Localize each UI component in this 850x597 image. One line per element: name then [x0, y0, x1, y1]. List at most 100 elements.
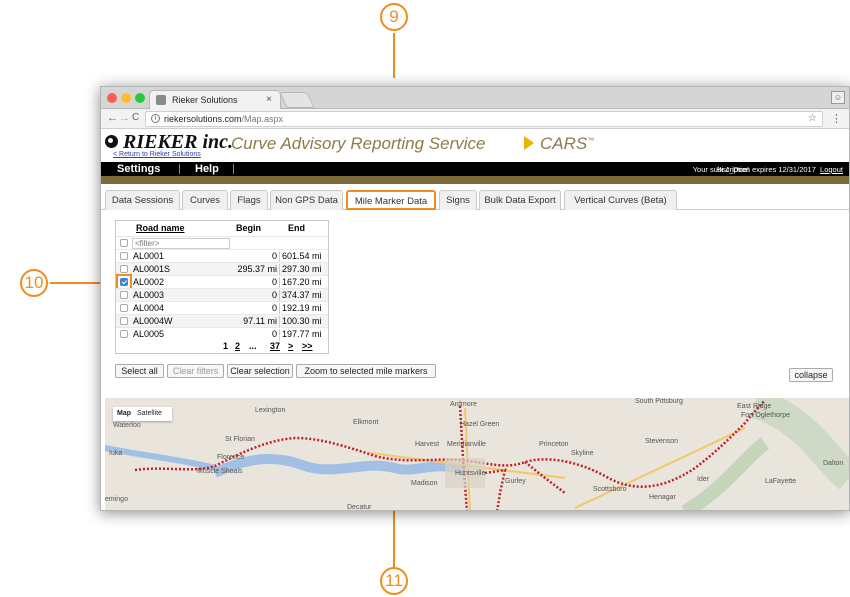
zoom-to-selected-button[interactable]: Zoom to selected mile markers — [296, 364, 436, 378]
table-row[interactable]: AL0003 0 374.37 mi — [116, 288, 328, 302]
forward-icon[interactable]: → — [119, 112, 130, 124]
end-cell: 374.37 mi — [282, 290, 322, 300]
callout-9-line — [393, 33, 395, 78]
clear-filters-button[interactable]: Clear filters — [167, 364, 224, 378]
road-name-cell: AL0004 — [133, 303, 165, 313]
table-row[interactable]: AL0001S 295.37 mi 297.30 mi — [116, 262, 328, 276]
map-label: South Pittsburg — [635, 398, 683, 405]
top-nav-bar: Settings Help Hi J_Doe! Your subscriptio… — [101, 162, 849, 176]
page-next[interactable]: > — [288, 341, 293, 351]
row-checkbox[interactable] — [120, 291, 128, 299]
column-begin: Begin — [236, 223, 262, 233]
end-cell: 197.77 mi — [282, 329, 322, 339]
tab-bulk-data-export[interactable]: Bulk Data Export — [479, 190, 561, 210]
cars-product-name: CARS™ — [540, 134, 595, 153]
page-1[interactable]: 1 — [223, 341, 228, 351]
row-checkbox[interactable] — [120, 304, 128, 312]
callout-11: 11 — [380, 567, 408, 595]
browser-menu-icon[interactable]: ⋮ — [831, 112, 842, 125]
map-label: Decatur — [347, 504, 372, 511]
tab-close-icon[interactable]: × — [266, 94, 272, 105]
page-ellipsis: ... — [249, 341, 257, 351]
tab-flags[interactable]: Flags — [230, 190, 268, 210]
settings-button[interactable]: Settings — [117, 162, 160, 176]
browser-tab[interactable]: Rieker Solutions × — [149, 90, 281, 109]
clear-selection-button[interactable]: Clear selection — [227, 364, 293, 378]
end-cell: 100.30 mi — [282, 316, 322, 326]
tab-mile-marker-data[interactable]: Mile Marker Data — [346, 190, 436, 210]
map-label: Hazel Green — [460, 421, 500, 428]
url-input[interactable]: i riekersolutions.com/Map.aspx ☆ — [145, 111, 823, 127]
row-checkbox[interactable] — [120, 330, 128, 338]
map-label: Meridianville — [447, 441, 486, 448]
select-all-checkbox[interactable] — [120, 239, 128, 247]
map-label: Henagar — [649, 494, 676, 501]
tab-vertical-curves-beta[interactable]: Vertical Curves (Beta) — [564, 190, 677, 210]
page-last[interactable]: 37 — [270, 341, 280, 351]
map-label: emingo — [105, 496, 128, 503]
road-table: Road name Begin End AL0001 0 601.54 mi A… — [115, 220, 329, 354]
callout-10: 10 — [20, 269, 48, 297]
map-label: Ider — [697, 476, 710, 483]
minimize-window-button[interactable] — [121, 93, 131, 103]
bookmark-star-icon[interactable]: ☆ — [808, 113, 817, 124]
site-header: RIEKER inc. Curve Advisory Reporting Ser… — [101, 129, 849, 162]
tab-non-gps-data[interactable]: Non GPS Data — [270, 190, 343, 210]
road-name-cell: AL0005 — [133, 329, 165, 339]
road-name-cell: AL0002 — [133, 277, 165, 287]
page-2[interactable]: 2 — [235, 341, 240, 351]
map-label: Florence — [217, 454, 245, 461]
browser-tab-title: Rieker Solutions — [172, 95, 238, 105]
road-filter-input[interactable] — [132, 238, 230, 249]
table-row[interactable]: AL0004 0 192.19 mi — [116, 301, 328, 315]
page-end[interactable]: >> — [302, 341, 313, 351]
select-all-button[interactable]: Select all — [115, 364, 164, 378]
road-name-cell: AL0003 — [133, 290, 165, 300]
map-type-control[interactable]: Map Satellite — [113, 407, 172, 421]
profile-icon[interactable]: ☺ — [831, 91, 845, 104]
tab-data-sessions[interactable]: Data Sessions — [105, 190, 180, 210]
table-row[interactable]: AL0005 0 197.77 mi — [116, 327, 328, 341]
map-label: Muscle Shoals — [197, 468, 243, 475]
help-button[interactable]: Help — [195, 162, 219, 176]
map-label: Harvest — [415, 441, 440, 448]
return-to-rieker-link[interactable]: < Return to Rieker Solutions — [113, 151, 201, 158]
browser-window: Rieker Solutions × ☺ ← → C i riekersolut… — [100, 86, 850, 511]
map-label: Madison — [411, 480, 438, 487]
row-checkbox[interactable] — [120, 265, 128, 273]
table-row[interactable]: AL0001 0 601.54 mi — [116, 249, 328, 263]
map-label: St Florian — [225, 436, 255, 443]
map-type-map[interactable]: Map — [117, 410, 131, 417]
tab-signs[interactable]: Signs — [439, 190, 477, 210]
header-accent-strip — [101, 176, 849, 184]
map-label: Skyline — [571, 450, 594, 457]
close-window-button[interactable] — [107, 93, 117, 103]
table-row[interactable]: AL0004W 97.11 mi 100.30 mi — [116, 314, 328, 328]
logo-tagline: Curve Advisory Reporting Service — [231, 134, 486, 153]
map-label: Waterloo — [113, 422, 141, 429]
tab-curves[interactable]: Curves — [182, 190, 228, 210]
map-type-satellite[interactable]: Satellite — [137, 410, 162, 417]
end-cell: 192.19 mi — [282, 303, 322, 313]
map-label: Fort Oglethorpe — [741, 412, 791, 419]
collapse-button[interactable]: collapse — [789, 368, 833, 382]
info-icon[interactable]: i — [151, 114, 160, 123]
map-label: Iuka — [109, 450, 123, 457]
end-cell: 167.20 mi — [282, 277, 322, 287]
back-icon[interactable]: ← — [107, 112, 118, 124]
pagination: 1 2 ... 37 > >> — [116, 340, 328, 353]
new-tab-button[interactable] — [279, 92, 315, 108]
reload-icon[interactable]: C — [132, 112, 139, 123]
logout-link[interactable]: Logout — [820, 165, 843, 174]
row-checkbox[interactable] — [120, 317, 128, 325]
map-label: Stevenson — [645, 438, 679, 445]
map-label: Ardmore — [450, 401, 477, 408]
column-road-name[interactable]: Road name — [136, 223, 185, 233]
table-row[interactable]: AL0002 0 167.20 mi — [116, 274, 328, 290]
map-view[interactable]: Map Satellite Waterloo Lexington Ardmore … — [105, 398, 849, 511]
road-name-cell: AL0001 — [133, 251, 165, 261]
rieker-favicon-icon — [156, 95, 166, 105]
zoom-window-button[interactable] — [135, 93, 145, 103]
url-path: /Map.aspx — [241, 114, 284, 124]
row-checkbox[interactable] — [120, 252, 128, 260]
